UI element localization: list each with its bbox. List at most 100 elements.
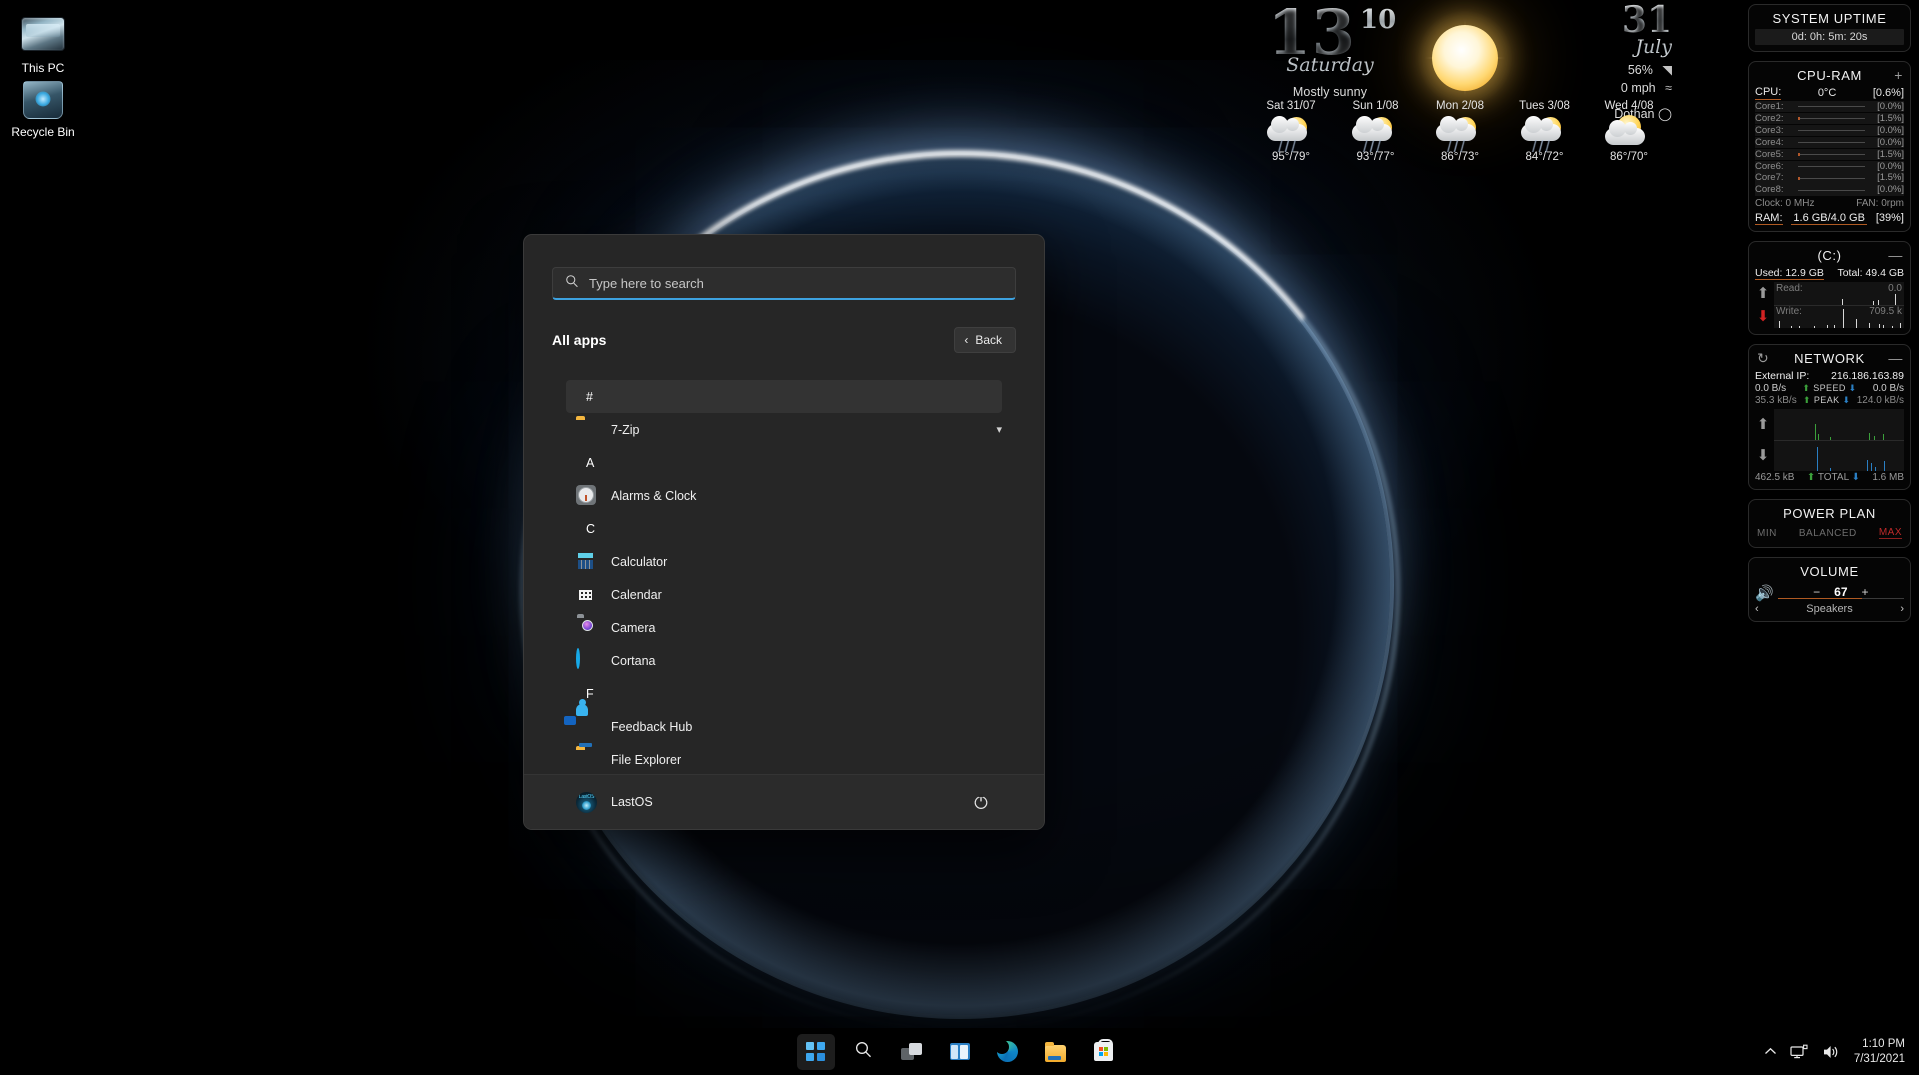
peak-row: 35.3 kB/s ⬆ PEAK ⬇ 124.0 kB/s (1755, 394, 1904, 406)
date-month: July (1522, 36, 1672, 58)
app-row-calendar[interactable]: Calendar (566, 578, 1002, 611)
back-button[interactable]: ‹ Back (954, 327, 1016, 353)
cortana-icon (576, 650, 597, 671)
ram-percent: [39%] (1876, 212, 1904, 224)
volume-level: 67 (1834, 585, 1847, 599)
refresh-icon[interactable]: ↻ (1757, 351, 1769, 365)
total-down-value: 1.6 MB (1872, 472, 1904, 483)
app-row-alarms-clock[interactable]: Alarms & Clock (566, 479, 1002, 512)
app-row-7-zip[interactable]: 7-Zip ▾ (566, 413, 1002, 446)
taskbar-widgets-button[interactable] (941, 1034, 979, 1070)
start-search-box[interactable]: Type here to search (552, 267, 1016, 300)
ram-row: RAM: 1.6 GB/4.0 GB [39%] (1755, 209, 1904, 225)
total-down-arrow-icon: ⬇ (1852, 472, 1860, 483)
weather-forecast: Sat 31/07 95°/79° Sun 1/08 93°/77° Mon 2… (1250, 100, 1670, 163)
forecast-day: Sat 31/07 95°/79° (1250, 100, 1332, 163)
cloud-sun-rain-icon (1432, 115, 1488, 151)
taskbar-start-button[interactable] (797, 1034, 835, 1070)
store-icon (1094, 1042, 1113, 1061)
volume-increase-button[interactable]: + (1862, 585, 1869, 599)
disk-write-label: Write: (1776, 306, 1802, 317)
all-apps-title: All apps (552, 332, 606, 348)
network-traffic-graph (1774, 409, 1904, 471)
speed-label: ⬆ SPEED ⬇ (1802, 383, 1856, 394)
taskbar-file-explorer-button[interactable] (1037, 1034, 1075, 1070)
disk-title: (C:) — (1755, 247, 1904, 266)
taskbar-edge-button[interactable] (989, 1034, 1027, 1070)
system-tray: 1:10 PM 7/31/2021 (1764, 1028, 1919, 1075)
external-ip-row: External IP: 216.186.163.89 (1755, 369, 1904, 382)
desktop-icon-label: Recycle Bin (0, 125, 86, 139)
disk-usage-row: Used: 12.9 GB Total: 49.4 GB (1755, 266, 1904, 282)
cpu-percent: [0.6%] (1873, 87, 1904, 99)
tray-expand-chevron-icon[interactable] (1764, 1047, 1777, 1056)
cpu-ram-expand-button[interactable]: + (1894, 68, 1903, 82)
taskbar-search-button[interactable] (845, 1034, 883, 1070)
disk-write-arrow-icon: ⬇ (1757, 309, 1770, 324)
core-label: Core2: (1755, 113, 1795, 124)
cpu-ram-panel: CPU-RAM + CPU: 0°C [0.6%] Core1:[0.0%] C… (1748, 61, 1911, 232)
external-ip-label: External IP: (1755, 370, 1809, 382)
date-day: 31 (1522, 2, 1672, 38)
volume-title: VOLUME (1755, 563, 1904, 582)
core-bar (1798, 178, 1865, 179)
volume-slider[interactable]: − 67 + (1778, 585, 1904, 601)
core-label: Core3: (1755, 125, 1795, 136)
speaker-icon[interactable]: 🔊 (1755, 584, 1774, 602)
app-row-feedback-hub[interactable]: Feedback Hub (566, 710, 1002, 743)
core-bar (1798, 154, 1865, 155)
disk-total: Total: 49.4 GB (1837, 267, 1904, 280)
power-icon[interactable] (970, 791, 992, 813)
user-account-button[interactable]: LastOS LastOS (576, 792, 653, 813)
cpu-temperature: 0°C (1818, 87, 1836, 99)
task-view-icon (901, 1043, 922, 1060)
disk-collapse-button[interactable]: — (1888, 248, 1903, 262)
all-apps-list[interactable]: # 7-Zip ▾ A Alarms & Clock C Calculator … (524, 380, 1044, 774)
letter-header-hash[interactable]: # (566, 380, 1002, 413)
cpu-core-row: Core5:[1.5%] (1755, 149, 1904, 160)
volume-decrease-button[interactable]: − (1813, 585, 1820, 599)
next-device-button[interactable]: › (1900, 603, 1904, 615)
clock-fan-row: Clock: 0 MHz FAN: 0rpm (1755, 196, 1904, 209)
start-menu-footer: LastOS LastOS (524, 774, 1044, 829)
clock-button[interactable]: 1:10 PM 7/31/2021 (1854, 1037, 1905, 1067)
disk-read-arrow-icon: ⬆ (1757, 286, 1770, 301)
humidity-icon: ◥ (1662, 63, 1672, 77)
network-icon[interactable] (1790, 1044, 1809, 1060)
app-row-camera[interactable]: Camera (566, 611, 1002, 644)
all-apps-header: All apps ‹ Back (552, 327, 1016, 353)
core-value: [0.0%] (1868, 101, 1904, 112)
tray-time: 1:10 PM (1854, 1037, 1905, 1052)
speed-down-arrow-icon: ⬇ (1849, 383, 1857, 393)
network-collapse-button[interactable]: — (1888, 351, 1903, 365)
network-down-arrow-icon: ⬇ (1757, 448, 1770, 463)
app-label: Alarms & Clock (611, 489, 696, 503)
letter-header-a[interactable]: A (566, 446, 1002, 479)
file-explorer-icon (576, 749, 597, 770)
letter-header-c[interactable]: C (566, 512, 1002, 545)
taskbar-store-button[interactable] (1085, 1034, 1123, 1070)
power-plan-balanced[interactable]: BALANCED (1799, 528, 1857, 539)
chevron-down-icon[interactable]: ▾ (996, 423, 1002, 436)
app-row-cortana[interactable]: Cortana (566, 644, 1002, 677)
app-row-file-explorer[interactable]: File Explorer (566, 743, 1002, 774)
tray-date: 7/31/2021 (1854, 1052, 1905, 1067)
app-row-calculator[interactable]: Calculator (566, 545, 1002, 578)
desktop-icon-this-pc[interactable]: This PC (0, 14, 86, 75)
disk-used: Used: 12.9 GB (1755, 267, 1824, 280)
power-plan-max[interactable]: MAX (1879, 527, 1902, 539)
volume-icon[interactable] (1822, 1044, 1841, 1060)
uptime-value: 0d: 0h: 5m: 20s (1755, 29, 1904, 45)
disk-io-graph: Read: 0.0 Write: 709.5 k (1774, 282, 1904, 328)
prev-device-button[interactable]: ‹ (1755, 603, 1759, 615)
power-plan-min[interactable]: MIN (1757, 528, 1777, 539)
user-account-name: LastOS (611, 795, 653, 809)
letter-header-f[interactable]: F (566, 677, 1002, 710)
forecast-date: Wed 4/08 (1588, 100, 1670, 112)
cpu-core-row: Core7:[1.5%] (1755, 172, 1904, 183)
peak-up-value: 35.3 kB/s (1755, 395, 1797, 406)
desktop-icon-recycle-bin[interactable]: Recycle Bin (0, 80, 86, 139)
taskbar-task-view-button[interactable] (893, 1034, 931, 1070)
cpu-core-row: Core3:[0.0%] (1755, 125, 1904, 136)
cloud-sun-rain-icon (1348, 115, 1404, 151)
